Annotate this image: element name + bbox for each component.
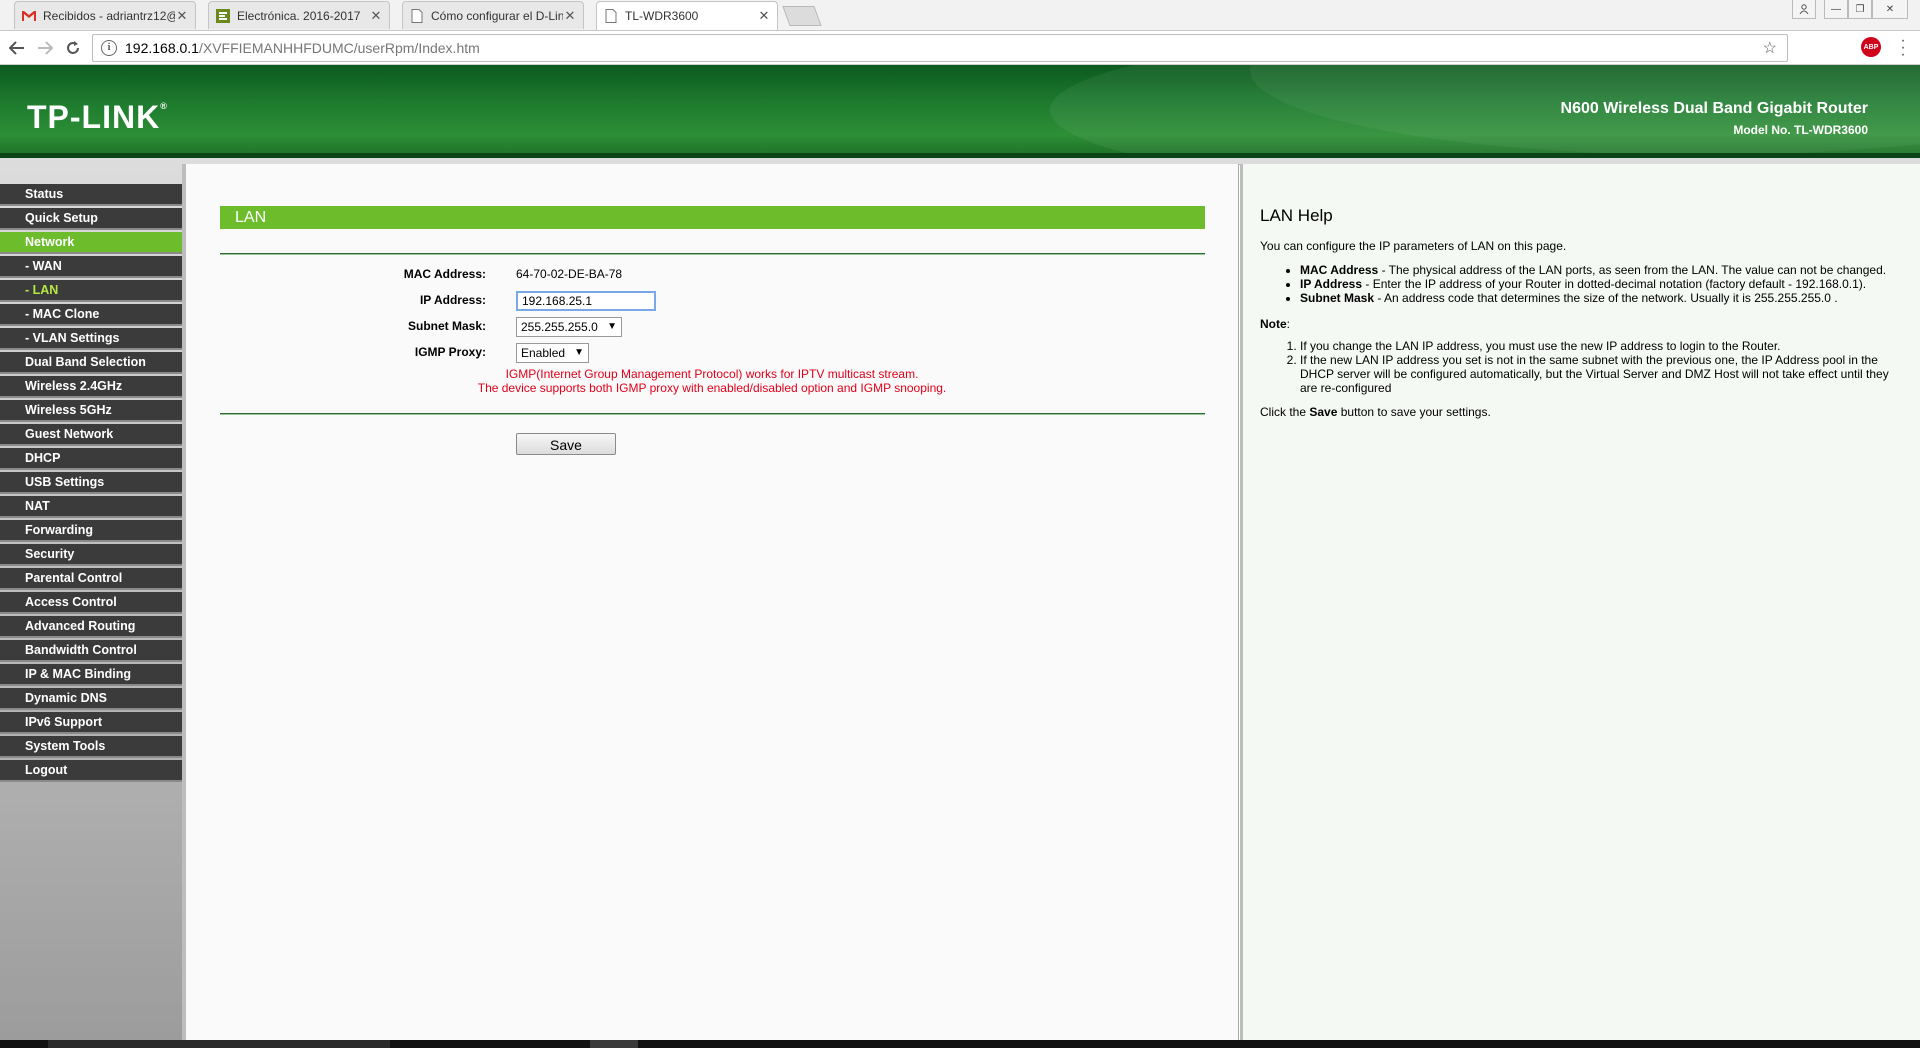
browser-toolbar: i 192.168.0.1/XVFFIEMANHHFDUMC/userRpm/I… [0,31,1920,65]
sidebar-item-wan[interactable]: - WAN [0,256,182,278]
tab-gmail[interactable]: Recibidos - adriantrz12@ ✕ [14,1,196,29]
sidebar-item-quick-setup[interactable]: Quick Setup [0,208,182,230]
tab-label: Recibidos - adriantrz12@ [43,8,175,23]
sidebar-item-advanced-routing[interactable]: Advanced Routing [0,616,182,638]
close-icon[interactable]: ✕ [563,8,577,24]
subnet-mask-select[interactable]: 255.255.255.0 ▼ [516,317,622,337]
sidebar-item-access-control[interactable]: Access Control [0,592,182,614]
sidebar-item-usb-settings[interactable]: USB Settings [0,472,182,494]
url-text: 192.168.0.1/XVFFIEMANHHFDUMC/userRpm/Ind… [125,40,480,56]
sidebar-item-dynamic-dns[interactable]: Dynamic DNS [0,688,182,710]
profile-icon[interactable] [1792,0,1816,19]
subnet-mask-label: Subnet Mask: [407,319,486,333]
header-banner: TP-LINK® N600 Wireless Dual Band Gigabit… [0,65,1920,158]
help-item-ip: IP Address - Enter the IP address of you… [1300,277,1908,291]
sidebar-item-forwarding[interactable]: Forwarding [0,520,182,542]
divider [220,253,1205,255]
close-icon[interactable]: ✕ [757,8,771,24]
tab-tl-wdr3600[interactable]: TL-WDR3600 ✕ [596,1,778,30]
igmp-proxy-select[interactable]: Enabled ▼ [516,343,589,363]
close-window-button[interactable]: ✕ [1872,0,1908,19]
tab-electronica[interactable]: Electrónica. 2016-2017 ✕ [208,1,390,29]
help-title: LAN Help [1260,206,1333,225]
sidebar-item-logout[interactable]: Logout [0,760,182,782]
restore-button[interactable]: ❐ [1848,0,1872,19]
chevron-down-icon: ▼ [574,347,584,358]
back-button[interactable] [6,37,28,59]
save-button[interactable]: Save [516,433,616,455]
igmp-proxy-label: IGMP Proxy: [414,345,486,359]
help-note-1: If you change the LAN IP address, you mu… [1300,339,1908,353]
sidebar-item-vlan-settings[interactable]: - VLAN Settings [0,328,182,350]
subnet-mask-value: 255.255.255.0 [521,320,598,334]
tab-label: Electrónica. 2016-2017 [237,8,361,23]
reload-button[interactable] [62,37,84,59]
help-save-hint: Click the Save button to save your setti… [1260,405,1491,419]
model-number: Model No. TL-WDR3600 [1733,123,1868,137]
close-icon[interactable]: ✕ [175,8,189,24]
sidebar-item-wireless-24ghz[interactable]: Wireless 2.4GHz [0,376,182,398]
sidebar-item-nat[interactable]: NAT [0,496,182,518]
chevron-down-icon: ▼ [607,321,617,332]
menu-icon[interactable]: · · · [1896,33,1910,63]
sidebar-item-guest-network[interactable]: Guest Network [0,424,182,446]
help-note-2: If the new LAN IP address you set is not… [1300,353,1908,395]
address-bar[interactable]: i 192.168.0.1/XVFFIEMANHHFDUMC/userRpm/I… [92,34,1788,62]
help-intro: You can configure the IP parameters of L… [1260,239,1567,253]
mac-address-value: 64-70-02-DE-BA-78 [516,267,623,281]
tp-link-logo: TP-LINK® [27,99,168,135]
sidebar-item-system-tools[interactable]: System Tools [0,736,182,758]
sidebar-item-status[interactable]: Status [0,184,182,206]
sidebar-item-ip-mac-binding[interactable]: IP & MAC Binding [0,664,182,686]
sidebar-menu: Status Quick Setup Network - WAN - LAN -… [0,164,186,1040]
product-name: N600 Wireless Dual Band Gigabit Router [1560,100,1868,117]
igmp-proxy-value: Enabled [521,346,566,360]
sidebar-item-ipv6-support[interactable]: IPv6 Support [0,712,182,734]
help-item-mac: MAC Address - The physical address of th… [1300,263,1908,277]
minimize-button[interactable]: — [1824,0,1848,19]
page-title: LAN [220,206,1205,229]
help-item-subnet: Subnet Mask - An address code that deter… [1300,291,1908,305]
help-items: MAC Address - The physical address of th… [1260,263,1908,305]
mac-address-label: MAC Address: [403,267,486,281]
lan-settings-panel: LAN MAC Address: 64-70-02-DE-BA-78 IP Ad… [186,164,1239,1040]
divider [220,413,1205,415]
page-icon [603,8,619,24]
sidebar-item-network[interactable]: Network [0,232,182,254]
tab-dlink[interactable]: Cómo configurar el D-Lin ✕ [402,1,584,29]
taskbar [0,1040,1920,1048]
new-tab-button[interactable] [782,6,822,26]
ip-address-label: IP Address: [419,293,486,307]
igmp-note-line2: The device supports both IGMP proxy with… [477,381,947,395]
igmp-note-line1: IGMP(Internet Group Management Protocol)… [505,367,919,381]
site-icon [215,8,231,24]
ip-address-input[interactable] [516,291,656,311]
page-icon [409,8,425,24]
help-panel: LAN Help You can configure the IP parame… [1240,164,1920,1040]
forward-button[interactable] [34,37,56,59]
tab-label: Cómo configurar el D-Lin [431,8,563,23]
sidebar-item-mac-clone[interactable]: - MAC Clone [0,304,182,326]
sidebar-item-bandwidth-control[interactable]: Bandwidth Control [0,640,182,662]
tab-label: TL-WDR3600 [625,9,699,23]
sidebar-item-parental-control[interactable]: Parental Control [0,568,182,590]
adblock-plus-icon[interactable]: ABP [1861,37,1881,57]
sidebar-item-dual-band-selection[interactable]: Dual Band Selection [0,352,182,374]
help-notes: If you change the LAN IP address, you mu… [1260,339,1908,395]
browser-tab-bar: Recibidos - adriantrz12@ ✕ Electrónica. … [0,0,1920,31]
sidebar-item-dhcp[interactable]: DHCP [0,448,182,470]
sidebar-item-security[interactable]: Security [0,544,182,566]
help-note-title: Note: [1260,317,1291,331]
bookmark-star-icon[interactable]: ☆ [1763,38,1777,58]
router-page: TP-LINK® N600 Wireless Dual Band Gigabit… [0,65,1920,1040]
sidebar-item-lan[interactable]: - LAN [0,280,182,302]
sidebar-item-wireless-5ghz[interactable]: Wireless 5GHz [0,400,182,422]
info-icon[interactable]: i [101,40,117,56]
gmail-icon [21,8,37,24]
close-icon[interactable]: ✕ [369,8,383,24]
